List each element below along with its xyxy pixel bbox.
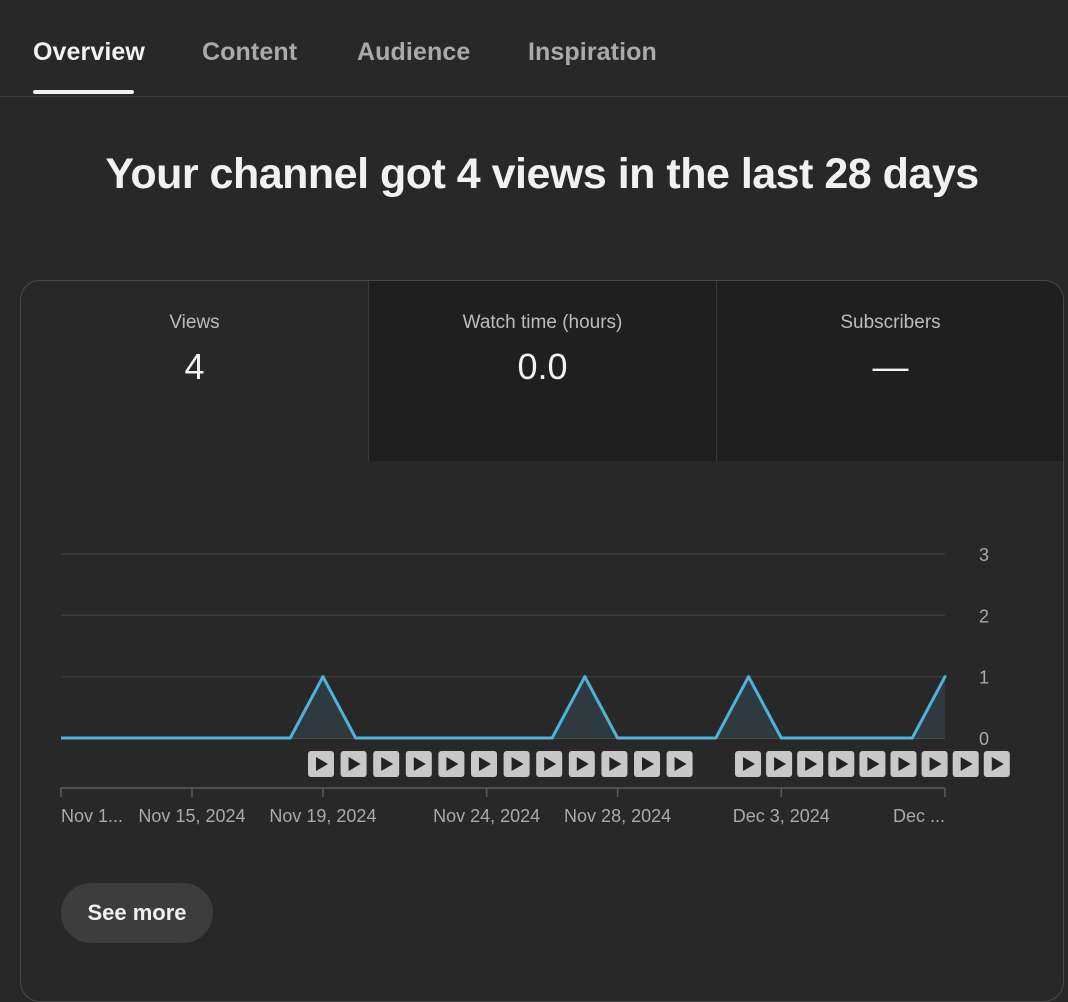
x-tick-label: Nov 15, 2024 [138, 806, 245, 826]
series-area [61, 676, 945, 738]
y-tick-label: 0 [979, 729, 989, 749]
see-more-button[interactable]: See more [61, 883, 213, 943]
tab-bar: Overview Content Audience Inspiration [0, 0, 1068, 97]
y-tick-label: 3 [979, 545, 989, 565]
active-tab-indicator [33, 90, 134, 94]
x-tick-label: Nov 28, 2024 [564, 806, 671, 826]
data-point [747, 675, 751, 679]
y-tick-label: 1 [979, 668, 989, 688]
page-headline: Your channel got 4 views in the last 28 … [105, 150, 979, 198]
tab-content[interactable]: Content [202, 38, 297, 67]
tab-overview[interactable]: Overview [33, 38, 145, 67]
tab-inspiration[interactable]: Inspiration [528, 38, 657, 67]
data-point [321, 675, 325, 679]
x-tick-label: Dec 3, 2024 [733, 806, 830, 826]
x-tick-label: Dec ... [893, 806, 945, 826]
x-tick-label: Nov 1... [61, 806, 123, 826]
x-tick-label: Nov 19, 2024 [269, 806, 376, 826]
analytics-card: Views 4 Watch time (hours) 0.0 Subscribe… [20, 280, 1064, 1002]
x-tick-label: Nov 24, 2024 [433, 806, 540, 826]
tab-audience[interactable]: Audience [357, 38, 470, 67]
data-point [943, 675, 947, 679]
views-line-chart: 0 1 2 3 Nov 1... Nov 15, 2024 Nov 19, 2024 Nov … [60, 545, 1010, 826]
series-line [61, 675, 947, 740]
y-tick-label: 2 [979, 606, 989, 626]
data-point [583, 675, 587, 679]
